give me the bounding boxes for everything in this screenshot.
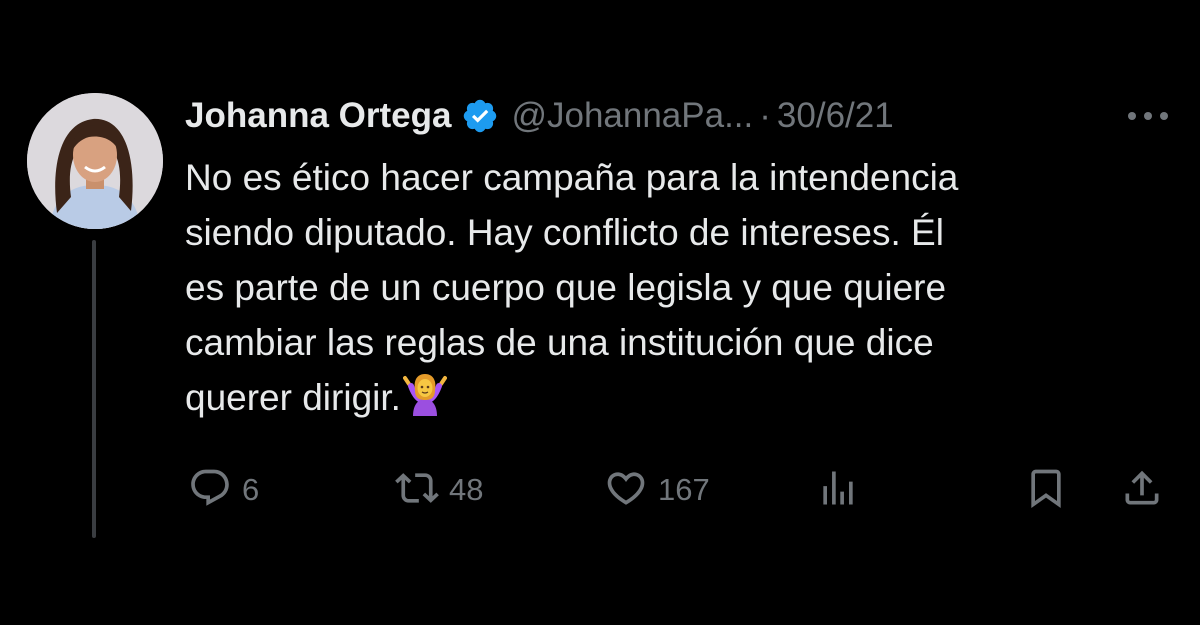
reply-icon bbox=[188, 466, 232, 515]
retweet-icon bbox=[395, 466, 439, 515]
tweet-date[interactable]: 30/6/21 bbox=[777, 96, 894, 136]
views-button[interactable] bbox=[816, 460, 860, 520]
retweet-count: 48 bbox=[449, 472, 484, 507]
share-icon bbox=[1120, 466, 1164, 515]
more-dots-icon[interactable] bbox=[1120, 98, 1176, 134]
tweet-header: Johanna Ortega @JohannaPa... · 30/6/21 bbox=[185, 90, 894, 142]
avatar[interactable] bbox=[27, 93, 163, 229]
author-name[interactable]: Johanna Ortega bbox=[185, 96, 451, 136]
like-button[interactable]: 167 bbox=[604, 460, 710, 520]
views-icon bbox=[816, 466, 860, 515]
tweet-text-end: querer dirigir. bbox=[185, 377, 401, 418]
tweet-text-line: cambiar las reglas de una institución qu… bbox=[185, 322, 934, 363]
heart-icon bbox=[604, 466, 648, 515]
action-bar: 6 48 167 bbox=[0, 460, 1200, 520]
reply-button[interactable]: 6 bbox=[188, 460, 259, 520]
bookmark-icon bbox=[1024, 466, 1068, 515]
bookmark-button[interactable] bbox=[1024, 460, 1068, 520]
header-separator: · bbox=[759, 96, 771, 135]
tweet-text-line: No es ético hacer campaña para la intend… bbox=[185, 157, 959, 198]
tweet-text: No es ético hacer campaña para la intend… bbox=[185, 150, 1175, 431]
share-button[interactable] bbox=[1120, 460, 1164, 520]
woman-shrugging-emoji bbox=[402, 372, 447, 431]
retweet-button[interactable]: 48 bbox=[395, 460, 483, 520]
like-count: 167 bbox=[658, 472, 710, 507]
tweet-text-line: siendo diputado. Hay conflicto de intere… bbox=[185, 212, 944, 253]
tweet-text-line-last: querer dirigir. bbox=[185, 370, 1175, 431]
reply-count: 6 bbox=[242, 472, 260, 507]
tweet-text-line: es parte de un cuerpo que legisla y que … bbox=[185, 267, 947, 308]
verified-badge-icon bbox=[461, 97, 499, 135]
author-handle[interactable]: @JohannaPa... bbox=[511, 96, 753, 136]
